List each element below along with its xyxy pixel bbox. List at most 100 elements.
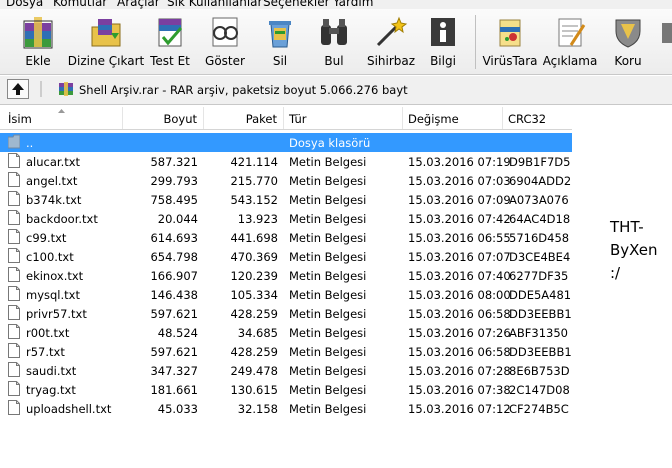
file-type: Metin Belgesi [289, 174, 367, 188]
file-packed-size: 120.239 [230, 269, 278, 283]
column-size[interactable]: Boyut [123, 107, 204, 129]
column-name[interactable]: İsim [0, 107, 123, 129]
text-file-icon [8, 153, 20, 168]
text-file-icon [8, 324, 20, 339]
extract-to-button[interactable]: Dizine Çıkart [66, 9, 146, 74]
delete-button[interactable]: Sil [256, 9, 304, 74]
file-crc32: DDE5A481 [509, 288, 572, 302]
table-row[interactable]: c100.txt 654.798 470.369 Metin Belgesi 1… [0, 247, 572, 266]
toolbar-overflow[interactable] [662, 9, 672, 74]
file-type: Metin Belgesi [289, 307, 367, 321]
file-size: 181.661 [150, 383, 198, 397]
toolbar-separator [475, 15, 476, 69]
file-modified: 15.03.2016 06:58 [408, 307, 511, 321]
file-name: backdoor.txt [26, 212, 98, 226]
file-modified: 15.03.2016 07:40 [408, 269, 511, 283]
file-packed-size: 428.259 [230, 345, 278, 359]
text-file-icon [8, 229, 20, 244]
table-row[interactable]: r57.txt 597.621 428.259 Metin Belgesi 15… [0, 342, 572, 361]
file-modified: 15.03.2016 08:00 [408, 288, 511, 302]
column-modified[interactable]: Değişme [403, 107, 503, 129]
file-modified: 15.03.2016 07:26 [408, 326, 511, 340]
file-modified: 15.03.2016 07:19 [408, 155, 511, 169]
file-type: Metin Belgesi [289, 383, 367, 397]
file-modified: 15.03.2016 07:38 [408, 383, 511, 397]
file-crc32: A073A076 [509, 193, 569, 207]
menu-secenekler[interactable]: Seçenekler [263, 0, 330, 9]
find-icon [321, 19, 347, 45]
table-row[interactable]: uploadshell.txt 45.033 32.158 Metin Belg… [0, 399, 572, 418]
file-modified: 15.03.2016 07:07 [408, 250, 511, 264]
menu-dosya[interactable]: Dosya [6, 0, 43, 9]
table-row[interactable]: privr57.txt 597.621 428.259 Metin Belges… [0, 304, 572, 323]
add-archive-icon [23, 17, 53, 49]
delete-label: Sil [272, 54, 288, 68]
file-packed-size: 13.923 [237, 212, 278, 226]
column-packed[interactable]: Paket [204, 107, 284, 129]
file-size: 299.793 [150, 174, 198, 188]
file-size: 758.495 [150, 193, 198, 207]
wizard-icon [376, 16, 408, 47]
find-button[interactable]: Bul [310, 9, 358, 74]
test-button[interactable]: Test Et [146, 9, 194, 74]
file-crc32: D3CE4BE4 [509, 250, 571, 264]
table-row[interactable]: angel.txt 299.793 215.770 Metin Belgesi … [0, 171, 572, 190]
menu-yardim[interactable]: Yardım [333, 0, 373, 9]
table-row[interactable]: saudi.txt 347.327 249.478 Metin Belgesi … [0, 361, 572, 380]
comment-button[interactable]: Açıklama [540, 9, 600, 74]
view-button[interactable]: Göster [197, 9, 253, 74]
file-packed-size: 249.478 [230, 364, 278, 378]
file-size: 587.321 [150, 155, 198, 169]
table-row[interactable]: c99.txt 614.693 441.698 Metin Belgesi 15… [0, 228, 572, 247]
column-crc32[interactable]: CRC32 [503, 107, 572, 129]
file-packed-size: 34.685 [237, 326, 278, 340]
table-row[interactable]: alucar.txt 587.321 421.114 Metin Belgesi… [0, 152, 572, 171]
file-type: Metin Belgesi [289, 288, 367, 302]
text-file-icon [8, 267, 20, 282]
menu-araclar[interactable]: Araçlar [117, 0, 160, 9]
rar-archive-icon [59, 82, 73, 96]
file-type: Metin Belgesi [289, 364, 367, 378]
side-note: THT- ByXen :/ [610, 218, 658, 282]
file-modified: 15.03.2016 06:55 [408, 231, 511, 245]
add-button[interactable]: Ekle [10, 9, 66, 74]
file-packed-size: 543.152 [230, 193, 278, 207]
address-bar: Shell Arşiv.rar - RAR arşiv, paketsiz bo… [0, 76, 672, 105]
table-row[interactable]: ekinox.txt 166.907 120.239 Metin Belgesi… [0, 266, 572, 285]
file-modified: 15.03.2016 07:28 [408, 364, 511, 378]
file-size: 597.621 [150, 307, 198, 321]
parent-folder-row[interactable]: .. Dosya klasörü [0, 133, 572, 152]
text-file-icon [8, 286, 20, 301]
file-packed-size: 32.158 [237, 402, 278, 416]
wizard-button[interactable]: Sihirbaz [363, 9, 419, 74]
text-file-icon [8, 400, 20, 415]
virus-scan-label: VirüsTara [482, 54, 538, 68]
file-size: 654.798 [150, 250, 198, 264]
table-row[interactable]: b374k.txt 758.495 543.152 Metin Belgesi … [0, 190, 572, 209]
file-name: r57.txt [26, 345, 65, 359]
table-row[interactable]: tryag.txt 181.661 130.615 Metin Belgesi … [0, 380, 572, 399]
text-file-icon [8, 248, 20, 263]
test-icon [158, 18, 183, 47]
view-icon [212, 17, 238, 47]
table-row[interactable]: backdoor.txt 20.044 13.923 Metin Belgesi… [0, 209, 572, 228]
file-name: privr57.txt [26, 307, 87, 321]
virus-scan-button[interactable]: VirüsTara [480, 9, 540, 74]
table-row[interactable]: r00t.txt 48.524 34.685 Metin Belgesi 15.… [0, 323, 572, 342]
file-size: 146.438 [150, 288, 198, 302]
find-label: Bul [324, 54, 344, 68]
info-button[interactable]: Bilgi [420, 9, 466, 74]
file-name: tryag.txt [26, 383, 76, 397]
text-file-icon [8, 210, 20, 225]
menu-sik-kullanilanlar[interactable]: Sık Kullanılanlar [167, 0, 262, 9]
up-folder-button[interactable] [7, 79, 29, 99]
delete-icon [269, 21, 291, 48]
table-row[interactable]: mysql.txt 146.438 105.334 Metin Belgesi … [0, 285, 572, 304]
column-type[interactable]: Tür [284, 107, 403, 129]
menu-komutlar[interactable]: Komutlar [53, 0, 107, 9]
file-crc32: DD3EEBB1 [509, 345, 572, 359]
file-modified: 15.03.2016 07:12 [408, 402, 511, 416]
protect-button[interactable]: Koru [604, 9, 652, 74]
file-packed-size: 215.770 [230, 174, 278, 188]
extract-to-icon [91, 19, 121, 47]
